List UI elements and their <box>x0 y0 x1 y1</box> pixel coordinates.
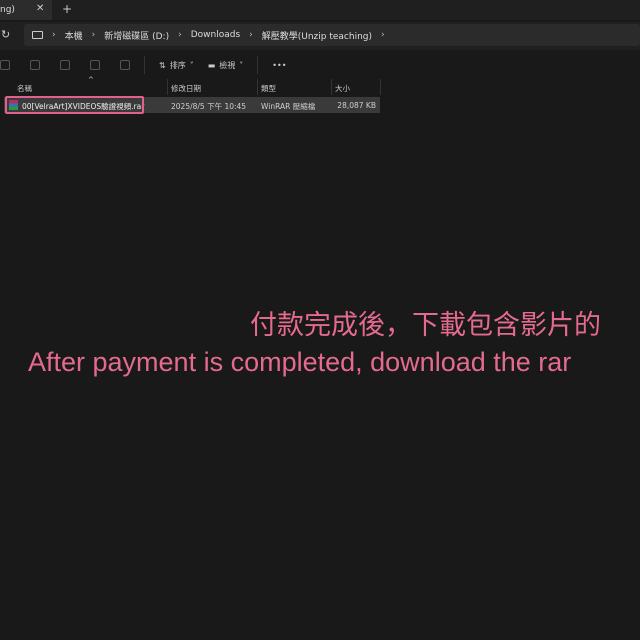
column-size[interactable]: 大小 <box>335 83 350 94</box>
close-icon[interactable]: ✕ <box>36 3 44 14</box>
new-tab-button[interactable]: + <box>62 2 72 16</box>
breadcrumb-item[interactable]: Downloads <box>191 30 240 40</box>
chevron-down-icon: ˅ <box>189 60 194 70</box>
tab-active[interactable]: ng) ✕ <box>0 0 52 20</box>
column-modified[interactable]: 修改日期 <box>171 83 201 94</box>
highlight-box <box>5 96 144 114</box>
file-modified: 2025/8/5 下午 10:45 <box>171 102 247 111</box>
column-name[interactable]: 名稱 <box>17 83 32 94</box>
chevron-right-icon: › <box>381 30 385 40</box>
subtitle-english: After payment is completed, download the… <box>28 347 572 377</box>
divider <box>144 56 145 74</box>
tab-title: ng) <box>0 5 15 15</box>
sort-up-icon: ^ <box>88 76 94 84</box>
chevron-right-icon: › <box>249 30 253 40</box>
more-button[interactable]: ••• <box>272 61 286 70</box>
chevron-right-icon: › <box>91 30 96 40</box>
divider <box>257 56 259 74</box>
refresh-icon[interactable]: ↻ <box>1 28 10 41</box>
tab-bar: ng) ✕ + <box>0 0 640 20</box>
breadcrumb-item[interactable]: 本機 <box>65 29 83 42</box>
view-button[interactable]: ▬ 檢視 ˅ <box>208 60 244 71</box>
breadcrumb-item[interactable]: 解壓教學(Unzip teaching) <box>262 29 372 42</box>
column-type[interactable]: 類型 <box>261 83 276 94</box>
breadcrumb-item[interactable]: 新增磁碟區 (D:) <box>104 29 169 42</box>
sort-label: 排序 <box>169 60 186 70</box>
file-type: WinRAR 壓縮檔 <box>261 102 316 111</box>
sort-icon: ⇅ <box>159 60 166 70</box>
view-label: 檢視 <box>219 60 236 70</box>
sort-button[interactable]: ⇅ 排序 ˅ <box>159 60 194 71</box>
share-icon[interactable] <box>90 60 100 70</box>
paste-icon[interactable] <box>30 60 40 70</box>
rename-icon[interactable] <box>60 60 70 70</box>
chevron-right-icon: › <box>52 30 56 40</box>
chevron-down-icon: ˅ <box>239 60 244 70</box>
view-icon: ▬ <box>207 60 216 70</box>
copy-icon[interactable] <box>0 60 10 70</box>
address-bar[interactable]: › 本機 › 新增磁碟區 (D:) › Downloads › 解壓教學(Unz… <box>24 24 640 46</box>
file-size: 28,087 KB <box>337 101 376 110</box>
chevron-right-icon: › <box>178 30 182 40</box>
column-headers: 名稱 ^ 修改日期 類型 大小 <box>0 76 381 95</box>
command-bar: ⇅ 排序 ˅ ▬ 檢視 ˅ ••• <box>0 52 640 78</box>
subtitle-chinese: 付款完成後，下載包含影片的 <box>250 310 601 341</box>
delete-icon[interactable] <box>120 60 130 70</box>
computer-icon <box>32 31 43 39</box>
navigation-row: ↻ › 本機 › 新增磁碟區 (D:) › Downloads › 解壓教學(U… <box>0 22 640 50</box>
